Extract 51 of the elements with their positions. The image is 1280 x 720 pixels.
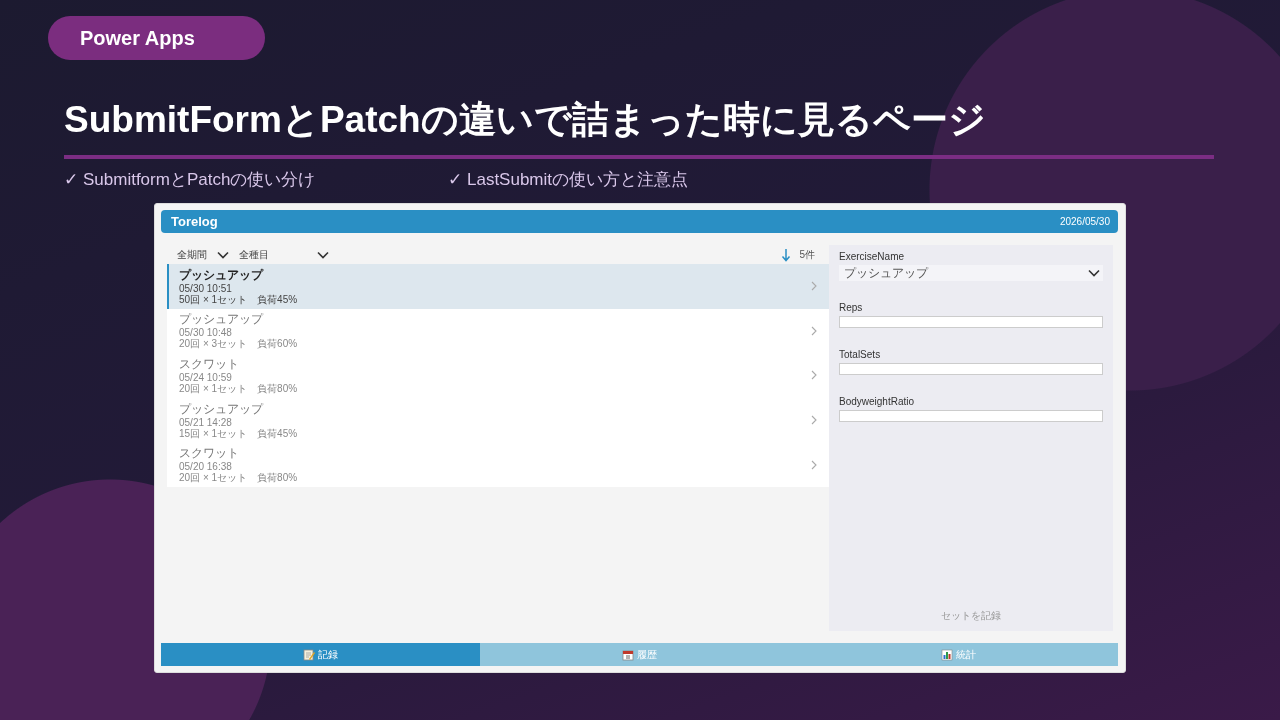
- record-row[interactable]: スクワット 05/24 10:59 20回 × 1セット 負荷80%: [167, 353, 829, 398]
- field-label: TotalSets: [839, 349, 882, 361]
- record-detail: 20回 × 3セット 負荷60%: [179, 338, 298, 350]
- record-time: 05/30 10:51: [179, 282, 233, 294]
- header-date: 2026/05/30: [1059, 216, 1110, 227]
- record-count: 5件: [799, 247, 815, 262]
- exercise-name: スクワット: [179, 446, 240, 462]
- chevron-down-icon: [317, 250, 329, 259]
- input-field[interactable]: [839, 410, 1103, 422]
- nav-tab[interactable]: 記録: [161, 643, 480, 666]
- sort-button[interactable]: [781, 247, 792, 262]
- field-label: ExerciseName: [839, 251, 906, 263]
- filter-dropdown[interactable]: 全期間: [177, 247, 229, 262]
- record-time: 05/24 10:59: [179, 372, 233, 383]
- exercise-name: プッシュアップ: [179, 401, 265, 417]
- exercise-name: プッシュアップ: [179, 312, 265, 328]
- bullet-point: ✓ LastSubmitの使い方と注意点: [448, 169, 689, 191]
- record-time: 05/30 10:48: [179, 327, 233, 339]
- chevron-right-icon: [811, 281, 817, 292]
- exercise-name: プッシュアップ: [179, 267, 265, 283]
- chevron-right-icon: [811, 415, 817, 426]
- field-label: Reps: [839, 302, 864, 314]
- record-detail: 20回 × 1セット 負荷80%: [179, 383, 298, 394]
- record-detail: 15回 × 1セット 負荷45%: [179, 427, 298, 439]
- record-detail: 50回 × 1セット 負荷45%: [179, 293, 298, 305]
- calendar-icon: [622, 648, 634, 661]
- category-badge: Power Apps: [48, 16, 265, 60]
- record-row[interactable]: プッシュアップ 05/30 10:51 50回 × 1セット 負荷45%: [167, 264, 829, 309]
- chevron-right-icon: [811, 370, 817, 381]
- chevron-down-icon: [217, 250, 229, 259]
- input-field[interactable]: [839, 363, 1103, 375]
- record-row[interactable]: スクワット 05/20 16:38 20回 × 1セット 負荷80%: [167, 442, 829, 487]
- chevron-right-icon: [811, 459, 817, 470]
- filter-dropdown[interactable]: 全種目: [239, 247, 329, 262]
- bullet-point: ✓ SubmitformとPatchの使い分け: [64, 169, 317, 191]
- arrow-down-icon: [781, 247, 792, 262]
- exercise-name: スクワット: [179, 357, 240, 372]
- memo-icon: [303, 648, 315, 661]
- input-field[interactable]: [839, 316, 1103, 328]
- record-detail: 20回 × 1セット 負荷80%: [179, 472, 298, 484]
- record-time: 05/20 16:38: [179, 461, 233, 473]
- chevron-down-icon: [1088, 269, 1100, 277]
- record-row[interactable]: プッシュアップ 05/30 10:48 20回 × 3セット 負荷60%: [167, 308, 829, 354]
- record-row[interactable]: プッシュアップ 05/21 14:28 15回 × 1セット 負荷45%: [167, 397, 829, 443]
- chevron-right-icon: [811, 325, 817, 336]
- app-title: Torelog: [171, 214, 218, 229]
- field-label: BodyweightRatio: [839, 396, 916, 408]
- record-time: 05/21 14:28: [179, 416, 233, 428]
- slide-title: SubmitFormとPatchの違いで詰まった時に見るページ: [64, 98, 987, 142]
- bar-chart-icon: [941, 648, 953, 661]
- exercise-dropdown[interactable]: プッシュアップ: [839, 265, 1103, 281]
